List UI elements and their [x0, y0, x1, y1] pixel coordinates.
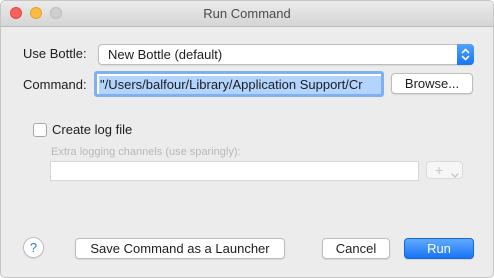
- chevron-up-down-icon[interactable]: [457, 44, 474, 65]
- extra-channels-input: [50, 161, 419, 181]
- create-log-label: Create log file: [52, 122, 133, 137]
- run-command-dialog: Run Command Use Bottle: New Bottle (defa…: [0, 0, 494, 278]
- run-button[interactable]: Run: [404, 238, 474, 259]
- help-icon[interactable]: ?: [23, 237, 44, 258]
- save-launcher-button[interactable]: Save Command as a Launcher: [75, 238, 285, 259]
- plus-icon: +: [435, 162, 444, 178]
- extra-channels-label: Extra logging channels (use sparingly):: [51, 146, 241, 158]
- bottle-select[interactable]: New Bottle (default): [98, 44, 474, 65]
- chevron-down-icon: [451, 167, 459, 182]
- add-channel-button: +: [426, 161, 463, 179]
- command-input[interactable]: "/Users/balfour/Library/Application Supp…: [94, 71, 384, 97]
- browse-button[interactable]: Browse...: [391, 73, 473, 94]
- bottle-label: Use Bottle:: [23, 46, 87, 61]
- command-label: Command:: [23, 77, 87, 92]
- title-bar: Run Command: [1, 1, 493, 27]
- cancel-button[interactable]: Cancel: [322, 238, 390, 259]
- command-input-value: "/Users/balfour/Library/Application Supp…: [99, 76, 381, 94]
- bottle-select-value: New Bottle (default): [108, 47, 223, 62]
- window-title: Run Command: [203, 6, 291, 21]
- create-log-checkbox[interactable]: [33, 123, 47, 137]
